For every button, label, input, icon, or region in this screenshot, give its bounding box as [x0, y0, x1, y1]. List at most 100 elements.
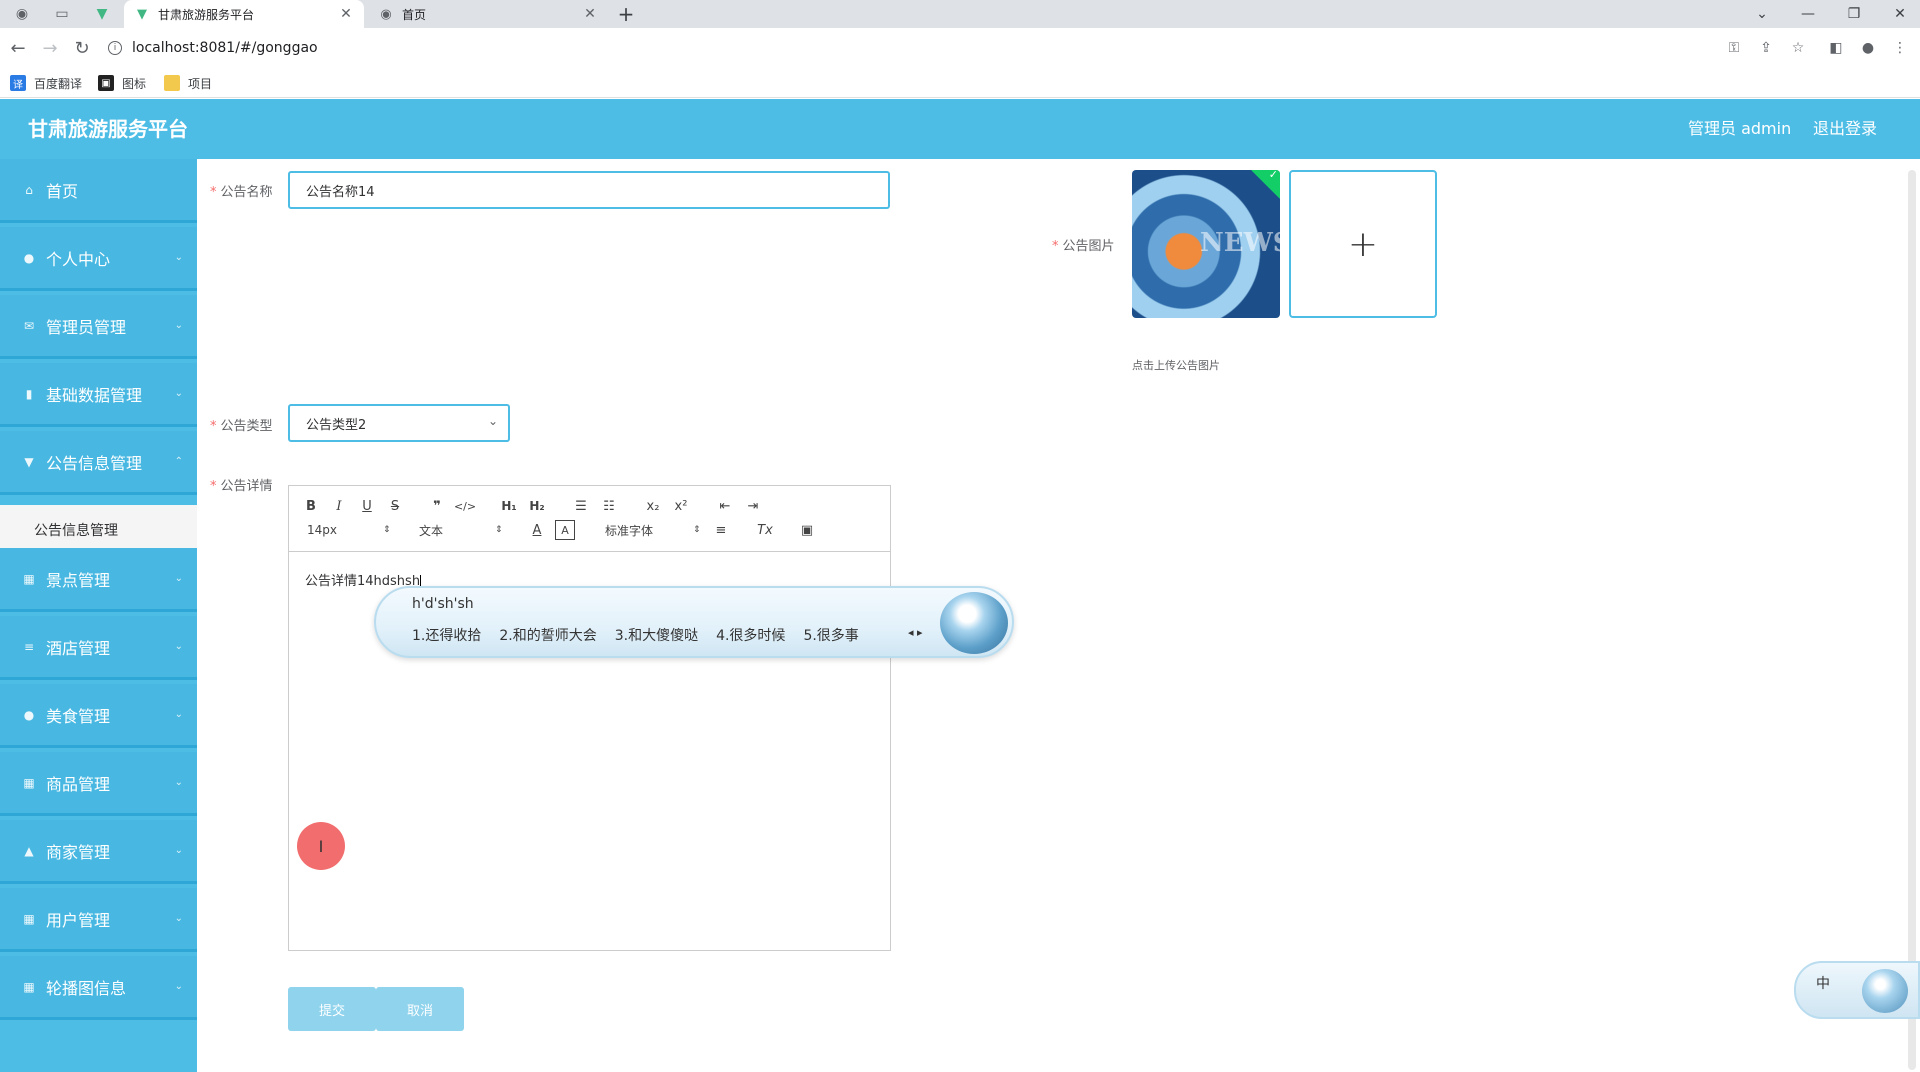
sidebar-item-hotels[interactable]: ≡ 酒店管理 ⌄ [0, 616, 197, 680]
picker-value: 14px [307, 523, 337, 537]
grid-icon: ▦ [23, 911, 35, 926]
uploaded-image-thumbnail[interactable]: NEWS ✓ [1132, 170, 1280, 318]
list-icon: ≡ [23, 639, 35, 654]
image-label: * 公告图片 [1052, 235, 1115, 254]
ime-status-bar[interactable]: 中 [1794, 961, 1920, 1019]
subscript-icon[interactable]: x₂ [643, 496, 663, 516]
admin-icon: ✉ [23, 318, 35, 333]
menu-icon[interactable]: ⋮ [1888, 36, 1912, 60]
restore-icon[interactable]: ❐ [1834, 0, 1874, 28]
close-window-icon[interactable]: ✕ [1880, 0, 1920, 28]
plus-icon: + [1347, 223, 1379, 265]
browser-tab[interactable]: ◉ 首页 ✕ [368, 0, 608, 28]
blockquote-icon[interactable]: ❞ [427, 496, 447, 516]
tab-title: 首页 [402, 7, 427, 22]
header2-icon[interactable]: H₂ [527, 496, 547, 516]
sidebar-item-food[interactable]: ● 美食管理 ⌄ [0, 684, 197, 748]
image-insert-icon[interactable]: ▣ [797, 520, 817, 540]
current-user: 管理员 admin [1688, 119, 1792, 138]
sidebar-item-profile[interactable]: ● 个人中心 ⌄ [0, 227, 197, 291]
ime-mode-label: 中 [1816, 976, 1830, 992]
bookmark-item[interactable]: 译 百度翻译 [10, 73, 82, 93]
site-title: 甘肃旅游服务平台 [28, 117, 188, 141]
side-panel-icon[interactable]: ◧ [1824, 36, 1848, 60]
tab-search-chevron-icon[interactable]: ⌄ [1742, 0, 1782, 28]
upload-add-button[interactable]: + [1289, 170, 1437, 318]
back-icon[interactable]: ← [6, 36, 30, 60]
superscript-icon[interactable]: x² [671, 496, 691, 516]
sidebar-item-label: 轮播图信息 [46, 978, 127, 998]
sidebar-item-carousel[interactable]: ▦ 轮播图信息 ⌄ [0, 956, 197, 1020]
sidebar-item-label: 公告信息管理 [46, 453, 143, 473]
chevron-down-icon: ⌄ [174, 981, 183, 992]
pinned-tab-blank-icon[interactable]: ▭ [48, 3, 76, 25]
rich-text-editor[interactable]: B I U S ❞ </> H₁ H₂ ☰ ☷ x₂ x² ⇤ ⇥ 14px ⇕… [288, 485, 891, 951]
ime-candidate[interactable]: 5.很多事 [803, 625, 858, 645]
outdent-icon[interactable]: ⇤ [715, 496, 735, 516]
grid-icon: ▦ [23, 775, 35, 790]
ordered-list-icon[interactable]: ☰ [571, 496, 591, 516]
star-icon[interactable]: ☆ [1786, 36, 1810, 60]
ime-candidate[interactable]: 1.还得收拾 [412, 625, 481, 645]
sidebar-item-attractions[interactable]: ▦ 景点管理 ⌄ [0, 548, 197, 612]
editor-toolbar: B I U S ❞ </> H₁ H₂ ☰ ☷ x₂ x² ⇤ ⇥ 14px ⇕… [289, 486, 890, 552]
page-scrollbar[interactable] [1908, 170, 1916, 1070]
cancel-button[interactable]: 取消 [376, 987, 464, 1031]
sidebar-item-products[interactable]: ▦ 商品管理 ⌄ [0, 752, 197, 816]
ime-candidate[interactable]: 2.和的誓师大会 [499, 625, 596, 645]
clear-format-icon[interactable]: Tx [755, 520, 775, 540]
label-text: 公告类型 [220, 419, 273, 434]
browser-tab-active[interactable]: ▼ 甘肃旅游服务平台 ✕ [124, 0, 364, 28]
sidebar-item-label: 商品管理 [46, 774, 111, 794]
share-icon[interactable]: ⇪ [1754, 36, 1778, 60]
background-color-icon[interactable]: A [555, 520, 575, 540]
code-icon[interactable]: </> [454, 496, 476, 516]
submit-button[interactable]: 提交 [288, 987, 376, 1031]
chevron-down-icon: ⌄ [174, 320, 183, 331]
bookmark-item[interactable]: 项目 [164, 73, 212, 93]
bullet-list-icon[interactable]: ☷ [599, 496, 619, 516]
ime-candidate[interactable]: 4.很多时候 [716, 625, 785, 645]
font-size-picker[interactable]: 14px ⇕ [307, 520, 393, 540]
forward-icon[interactable]: → [38, 36, 62, 60]
info-icon[interactable]: i [108, 41, 122, 55]
notice-name-input[interactable]: 公告名称14 [288, 171, 890, 209]
chevron-down-icon: ⌄ [174, 845, 183, 856]
input-value: 公告名称14 [306, 184, 375, 200]
strikethrough-icon[interactable]: S [385, 496, 405, 516]
thumbnail-news-text: NEWS [1200, 228, 1280, 258]
notice-type-select[interactable]: 公告类型2 ⌄ [288, 404, 510, 442]
pinned-tab-vue-icon[interactable]: ▼ [88, 3, 116, 25]
pinned-tab-globe-icon[interactable]: ◉ [8, 3, 36, 25]
block-format-picker[interactable]: 文本 ⇕ [419, 520, 505, 540]
underline-icon[interactable]: U [357, 496, 377, 516]
indent-icon[interactable]: ⇥ [743, 496, 763, 516]
align-icon[interactable]: ≡ [711, 520, 731, 540]
address-bar[interactable]: i localhost:8081/#/gonggao [108, 34, 318, 62]
sidebar-item-base-data[interactable]: ▮ 基础数据管理 ⌄ [0, 363, 197, 427]
text-color-icon[interactable]: A [527, 520, 547, 540]
sidebar-item-admins[interactable]: ✉ 管理员管理 ⌄ [0, 295, 197, 359]
sidebar-item-notices[interactable]: ▼ 公告信息管理 ⌃ [0, 431, 197, 495]
tab-close-icon[interactable]: ✕ [338, 6, 354, 22]
italic-icon[interactable]: I [329, 496, 349, 516]
new-tab-icon[interactable]: + [614, 2, 638, 26]
font-family-picker[interactable]: 标准字体 ⇕ [605, 520, 703, 540]
profile-icon[interactable]: ● [1856, 36, 1880, 60]
bookmark-item[interactable]: ▣ 图标 [98, 73, 146, 93]
bookmark-label: 图标 [122, 76, 147, 91]
ime-candidate[interactable]: 3.和大傻傻哒 [615, 625, 698, 645]
sidebar-item-home[interactable]: ⌂ 首页 [0, 159, 197, 223]
key-icon[interactable]: ⚿ [1722, 36, 1746, 60]
minimize-icon[interactable]: — [1788, 0, 1828, 28]
tab-close-icon[interactable]: ✕ [582, 6, 598, 22]
header1-icon[interactable]: H₁ [499, 496, 519, 516]
logout-link[interactable]: 退出登录 [1813, 99, 1877, 159]
upload-tip: 点击上传公告图片 [1132, 359, 1220, 372]
sidebar-item-users[interactable]: ▦ 用户管理 ⌄ [0, 888, 197, 952]
bold-icon[interactable]: B [301, 496, 321, 516]
reload-icon[interactable]: ↻ [70, 36, 94, 60]
ime-page-arrows-icon[interactable]: ◂ ▸ [908, 626, 923, 639]
sidebar-item-label: 景点管理 [46, 570, 111, 590]
sidebar-item-merchants[interactable]: ▲ 商家管理 ⌄ [0, 820, 197, 884]
